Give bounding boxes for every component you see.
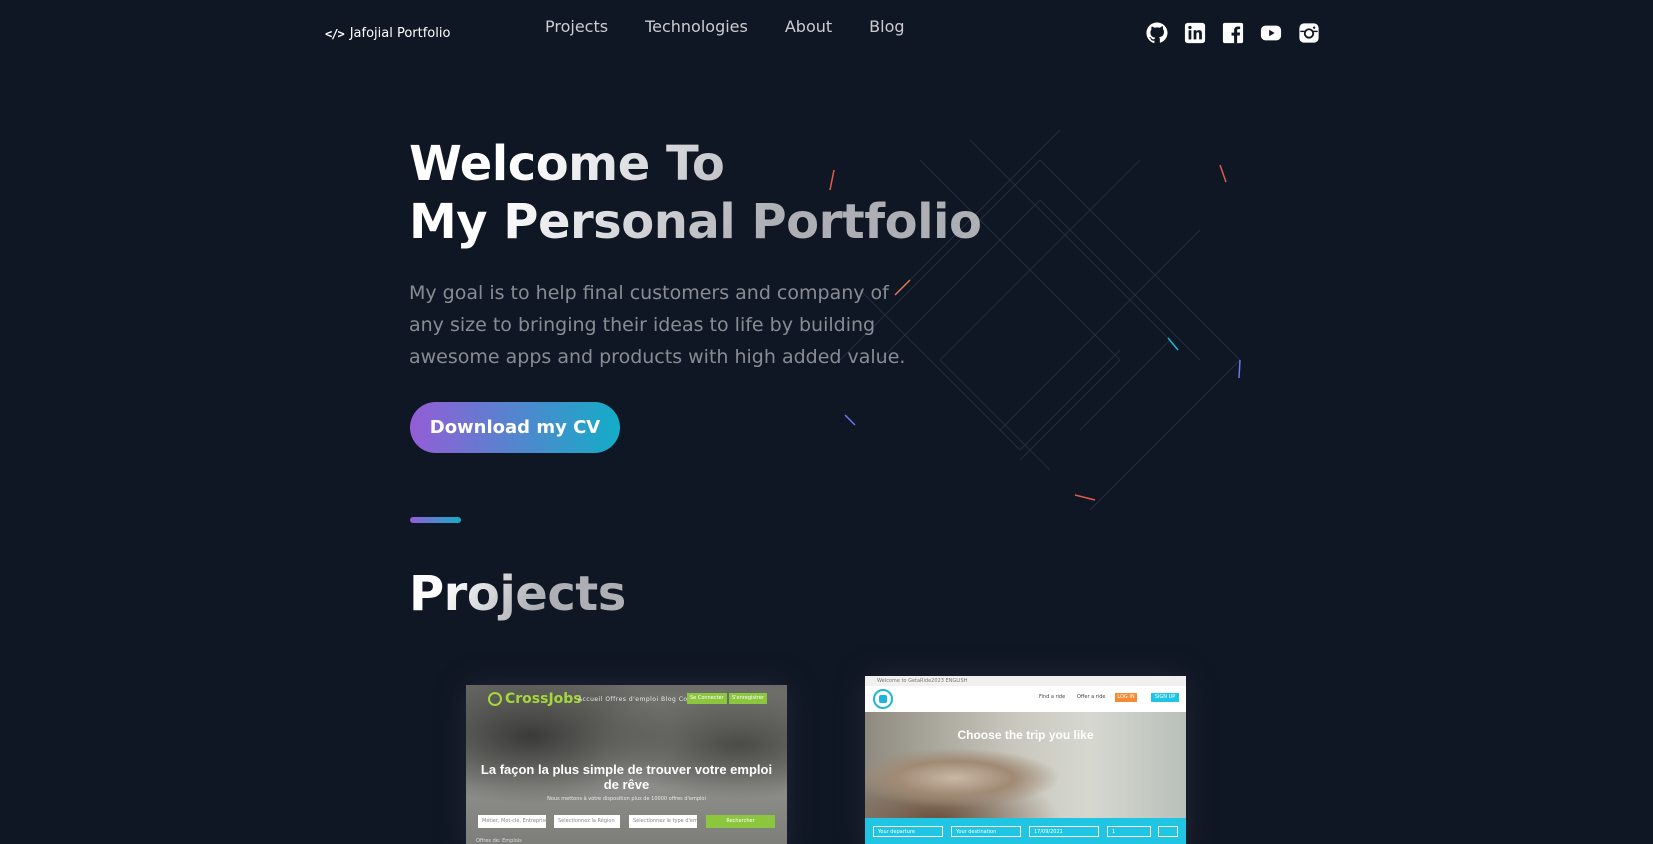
ride-logo-icon [873,689,893,709]
crossjobs-tags: Offres de: Emplois [476,838,522,844]
instagram-icon[interactable] [1298,22,1320,44]
hero-title-line-2: My Personal Portfolio [409,194,982,250]
ride-seats-field: 1 [1107,826,1151,837]
nav-link-about[interactable]: About [785,17,832,36]
hero-description: My goal is to help final customers and c… [409,282,906,368]
download-cv-button[interactable]: Download my CV [410,402,620,453]
crossjobs-region-field: Sélectionnez la Région [554,815,620,828]
section-divider [410,517,461,523]
crossjobs-headline: La façon la plus simple de trouver votre… [480,762,773,792]
social-links [1146,22,1320,44]
ride-search-button [1158,826,1178,837]
ride-topbar: Welcome to GetaRide2023 ENGLISH [865,676,1186,686]
hero-title-line-1: Welcome To [409,136,725,192]
youtube-icon[interactable] [1260,22,1282,44]
ride-destination-field: Your destination [951,826,1021,837]
projects-section-title: Projects [409,566,626,622]
crossjobs-search-button: Rechercher [706,815,775,828]
main-nav: Projects Technologies About Blog [545,17,905,36]
ride-headline: Choose the trip you like [957,728,1094,742]
nav-link-blog[interactable]: Blog [869,17,904,36]
ride-signup-button: SIGN UP [1151,693,1179,702]
crossjobs-subheadline: Nous mettons à votre disposition plus de… [547,796,706,802]
nav-link-projects[interactable]: Projects [545,17,608,36]
crossjobs-keyword-field: Métier, Mot-clé, Entreprise... [478,815,546,828]
crossjobs-logo: CrossJobs [488,691,582,707]
site-logo[interactable]: </> Jafojial Portfolio [325,26,450,41]
project-card-ride-sharing[interactable]: Welcome to GetaRide2023 ENGLISH Find a r… [865,676,1186,844]
logo-text: Jafojial Portfolio [349,26,451,41]
linkedin-icon[interactable] [1184,22,1206,44]
ride-offer-link: Offer a ride [1077,694,1106,700]
crossjobs-type-field: Sélectionnez le type d'emploi [629,815,697,828]
project-card-crossjobs[interactable]: CrossJobs Accueil Offres d'emploi Blog C… [466,685,787,844]
ride-departure-field: Your departure [873,826,943,837]
ride-login-button: LOG IN [1115,693,1137,702]
nav-link-technologies[interactable]: Technologies [645,17,748,36]
code-icon: </> [325,26,345,41]
ride-header: Find a ride Offer a ride LOG IN SIGN UP [865,686,1186,712]
crossjobs-logo-icon [488,692,502,706]
hero-title: Welcome To My Personal Portfolio [409,135,1029,251]
crossjobs-login-button: Se Connecter [687,693,727,704]
github-icon[interactable] [1146,22,1168,44]
page: </> Jafojial Portfolio Projects Technolo… [0,0,1653,844]
crossjobs-register-button: S'enregistrer [729,693,768,704]
ride-find-link: Find a ride [1039,694,1066,700]
ride-date-field: 17/09/2021 [1029,826,1099,837]
crossjobs-logo-text: CrossJobs [505,691,582,707]
facebook-icon[interactable] [1222,22,1244,44]
